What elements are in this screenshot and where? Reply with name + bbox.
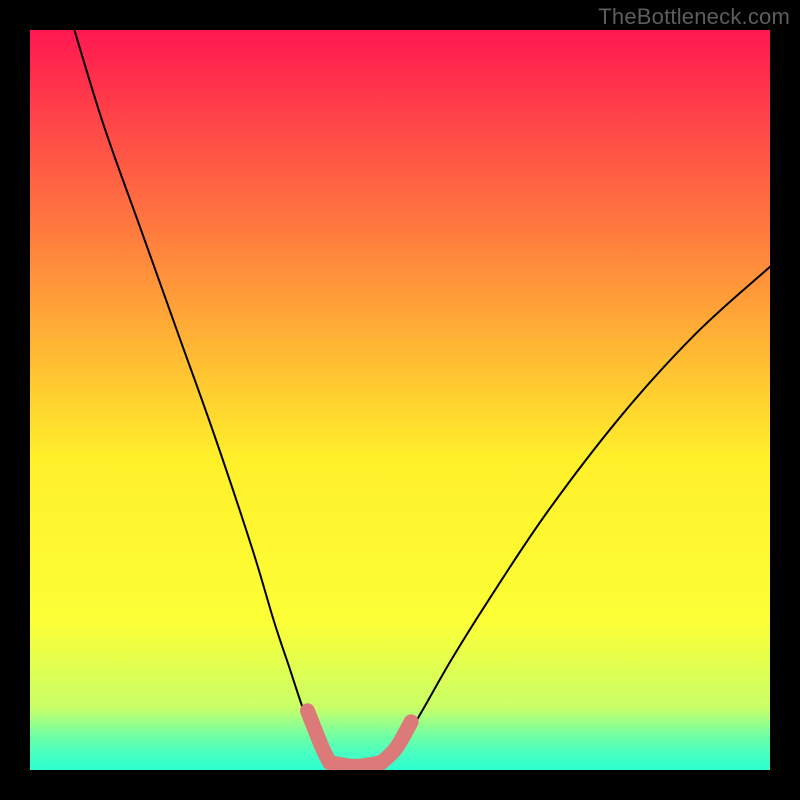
plot-area bbox=[30, 30, 770, 770]
watermark-text: TheBottleneck.com bbox=[598, 4, 790, 30]
highlight-seg-1 bbox=[330, 763, 382, 767]
chart-frame: TheBottleneck.com bbox=[0, 0, 800, 800]
gradient-background bbox=[30, 30, 770, 770]
chart-svg bbox=[30, 30, 770, 770]
